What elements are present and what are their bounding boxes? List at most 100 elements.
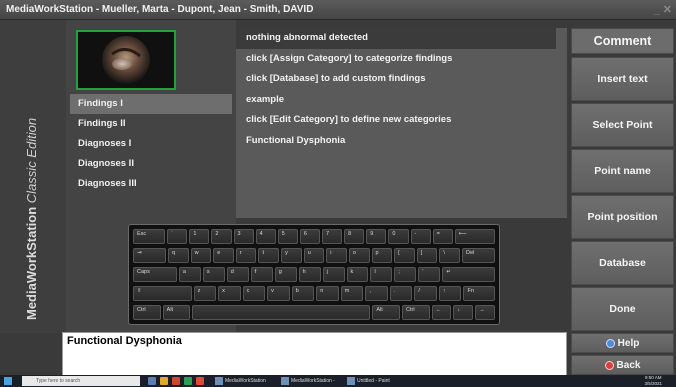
insert-text-button[interactable]: Insert text (571, 57, 674, 101)
done-button[interactable]: Done (571, 287, 674, 331)
keyboard-key[interactable]: Alt (162, 305, 191, 320)
keyboard-key[interactable]: Del (462, 248, 495, 263)
keyboard-key[interactable]: Ctrl (402, 305, 430, 320)
windows-start-icon[interactable] (4, 377, 12, 385)
keyboard-key[interactable]: 8 (344, 229, 365, 244)
keyboard-key[interactable]: Esc (133, 229, 166, 244)
keyboard-key[interactable]: Alt (372, 305, 400, 320)
task-view-icon[interactable] (148, 377, 156, 385)
keyboard-key[interactable]: k (346, 267, 369, 282)
point-position-button[interactable]: Point position (571, 195, 674, 239)
keyboard-key[interactable]: a (178, 267, 201, 282)
keyboard-key[interactable]: 7 (322, 229, 343, 244)
store-icon[interactable] (184, 377, 192, 385)
keyboard-key[interactable]: ⟵ (454, 229, 495, 244)
category-item-diagnoses-iii[interactable]: Diagnoses III (70, 174, 232, 194)
keyboard-key[interactable]: 2 (211, 229, 232, 244)
taskbar-app[interactable]: MediaWorkStation - ... (280, 376, 340, 386)
keyboard-key[interactable]: n (316, 286, 339, 301)
finding-item[interactable]: click [Edit Category] to define new cate… (236, 110, 567, 131)
key-space[interactable] (192, 305, 371, 320)
keyboard-key[interactable]: c (242, 286, 266, 301)
keyboard-key[interactable]: 3 (233, 229, 254, 244)
taskbar-app[interactable]: Untitled - Paint (346, 376, 396, 386)
app-icon[interactable] (196, 377, 204, 385)
finding-item[interactable]: Functional Dysphonia (236, 131, 567, 152)
keyboard-key[interactable]: h (298, 267, 321, 282)
keyboard-key[interactable]: ⇧ (133, 286, 192, 301)
keyboard-key[interactable]: p (371, 248, 393, 263)
keyboard-key[interactable]: w (190, 248, 212, 263)
category-item-diagnoses-ii[interactable]: Diagnoses II (70, 154, 232, 174)
brand-edition: Classic Edition (24, 117, 39, 204)
back-button[interactable]: Back (571, 355, 674, 375)
keyboard-key[interactable]: . (389, 286, 413, 301)
keyboard-key[interactable]: m (340, 286, 364, 301)
keyboard-key[interactable]: d (226, 267, 249, 282)
keyboard-key[interactable]: u (303, 248, 325, 263)
category-item-findings-ii[interactable]: Findings II (70, 114, 232, 134)
keyboard-key[interactable]: Ctrl (133, 305, 161, 320)
comment-text-field[interactable]: Functional Dysphonia (62, 332, 567, 378)
keyboard-key[interactable]: t (258, 248, 280, 263)
keyboard-key[interactable]: e (213, 248, 234, 263)
keyboard-key[interactable]: 9 (366, 229, 387, 244)
keyboard-key[interactable]: s (202, 267, 225, 282)
keyboard-key[interactable]: x (218, 286, 241, 301)
keyboard-key[interactable]: j (322, 267, 345, 282)
endoscopy-thumbnail[interactable] (76, 30, 176, 90)
keyboard-key[interactable]: v (267, 286, 290, 301)
keyboard-key[interactable]: Caps (133, 267, 177, 282)
keyboard-key[interactable]: \ (439, 248, 460, 263)
keyboard-key[interactable]: 4 (255, 229, 276, 244)
keyboard-key[interactable]: ⇥ (133, 248, 166, 263)
keyboard-key[interactable]: l (370, 267, 393, 282)
select-point-button[interactable]: Select Point (571, 103, 674, 147)
keyboard-key[interactable]: o (348, 248, 370, 263)
category-item-diagnoses-i[interactable]: Diagnoses I (70, 134, 232, 154)
keyboard-key[interactable]: Fn (463, 286, 495, 301)
keyboard-key[interactable]: r (235, 248, 257, 263)
keyboard-key[interactable]: → (475, 305, 495, 320)
keyboard-key[interactable]: ← (431, 305, 452, 320)
taskbar-search-input[interactable]: Type here to search (22, 376, 140, 386)
keyboard-key[interactable]: b (291, 286, 315, 301)
back-icon (604, 360, 614, 370)
keyboard-key[interactable]: ↵ (442, 267, 495, 282)
finding-item[interactable]: click [Database] to add custom findings (236, 69, 567, 90)
keyboard-key[interactable]: ↓ (453, 305, 474, 320)
window-titlebar: MediaWorkStation - Mueller, Marta - Dupo… (0, 0, 676, 20)
keyboard-key[interactable]: 5 (277, 229, 298, 244)
keyboard-key[interactable]: z (193, 286, 217, 301)
keyboard-key[interactable]: i (326, 248, 347, 263)
keyboard-key[interactable]: ↑ (438, 286, 462, 301)
keyboard-key[interactable]: [ (394, 248, 415, 263)
minimize-icon[interactable]: _ (654, 4, 660, 16)
finding-item[interactable]: example (236, 90, 567, 111)
database-button[interactable]: Database (571, 241, 674, 285)
close-icon[interactable]: ✕ (663, 4, 672, 16)
keyboard-key[interactable]: 0 (388, 229, 409, 244)
keyboard-key[interactable]: f (250, 267, 273, 282)
keyboard-key[interactable]: / (414, 286, 437, 301)
point-name-button[interactable]: Point name (571, 149, 674, 193)
keyboard-key[interactable]: q (167, 248, 189, 263)
keyboard-key[interactable]: ` (167, 229, 188, 244)
keyboard-key[interactable]: g (274, 267, 297, 282)
keyboard-key[interactable]: ; (394, 267, 417, 282)
help-button[interactable]: Help (571, 333, 674, 353)
finding-item[interactable]: click [Assign Category] to categorize fi… (236, 49, 567, 70)
taskbar-app[interactable]: MediaWorkStation (214, 376, 274, 386)
keyboard-key[interactable]: 6 (299, 229, 321, 244)
keyboard-key[interactable]: y (281, 248, 302, 263)
category-item-findings-i[interactable]: Findings I (70, 94, 232, 114)
keyboard-key[interactable]: , (365, 286, 388, 301)
keyboard-key[interactable]: = (432, 229, 453, 244)
browser-icon[interactable] (172, 377, 180, 385)
keyboard-key[interactable]: ' (418, 267, 441, 282)
keyboard-key[interactable]: ] (416, 248, 438, 263)
file-explorer-icon[interactable] (160, 377, 168, 385)
keyboard-key[interactable]: - (410, 229, 431, 244)
keyboard-key[interactable]: 1 (189, 229, 210, 244)
finding-item[interactable]: nothing abnormal detected (236, 28, 556, 49)
